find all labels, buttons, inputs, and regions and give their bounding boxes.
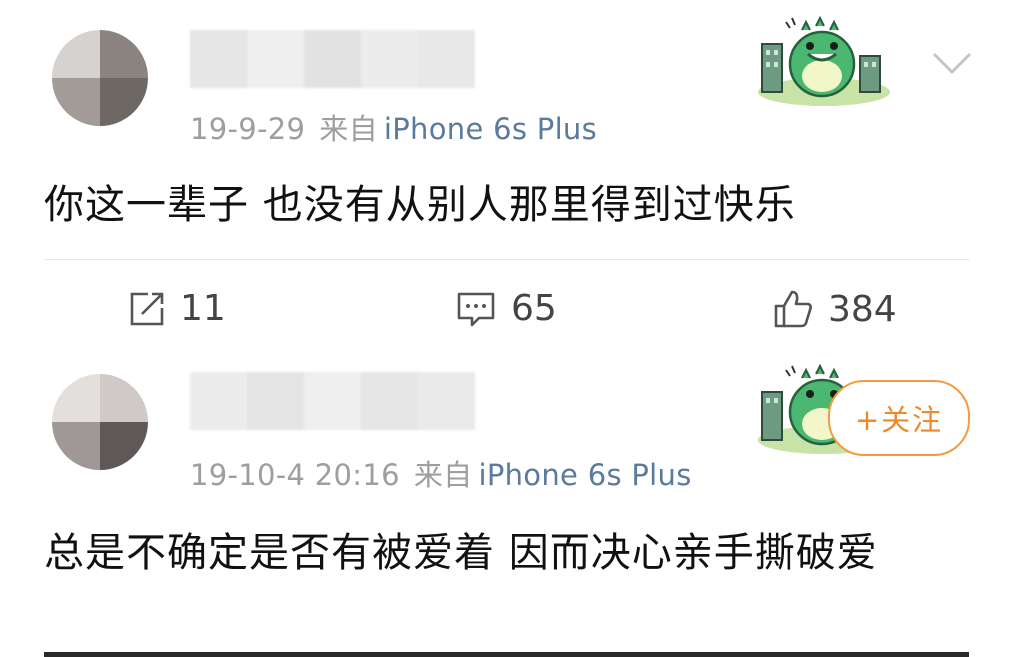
weibo-post: 19-9-29 来自 iPhone 6s Plus 你这一辈子 也没有从别人那里得到… xyxy=(0,0,1010,262)
source-prefix: 来自 xyxy=(319,112,378,146)
avatar[interactable] xyxy=(52,374,148,470)
repost-button[interactable]: 11 xyxy=(128,288,226,329)
weibo-post: 19-10-4 20:16 来自 iPhone 6s Plus +关注 总是不确定是… xyxy=(0,352,1010,657)
like-button[interactable]: 384 xyxy=(772,288,897,330)
image-divider xyxy=(44,652,969,657)
post-content: 你这一辈子 也没有从别人那里得到过快乐 xyxy=(44,182,796,228)
avatar[interactable] xyxy=(52,30,148,126)
divider xyxy=(44,259,970,260)
follow-button[interactable]: +关注 xyxy=(828,380,970,456)
post-meta: 19-10-4 20:16 来自 iPhone 6s Plus xyxy=(190,452,692,494)
comment-icon xyxy=(457,292,495,326)
thumbs-up-icon xyxy=(774,290,812,328)
comment-count: 65 xyxy=(511,288,557,329)
device-link[interactable]: iPhone 6s Plus xyxy=(478,458,691,492)
repost-count: 11 xyxy=(180,288,226,329)
post-date: 19-9-29 xyxy=(190,112,306,146)
post-meta: 19-9-29 来自 iPhone 6s Plus xyxy=(190,106,597,148)
post-content: 总是不确定是否有被爱着 因而决心亲手撕破爱 xyxy=(44,530,878,576)
post-date: 19-10-4 20:16 xyxy=(190,458,400,492)
post-action-bar: 11 65 384 xyxy=(0,262,1010,352)
dinosaur-badge-icon xyxy=(758,15,890,106)
share-icon xyxy=(130,292,164,325)
comment-button[interactable]: 65 xyxy=(455,288,557,329)
source-prefix: 来自 xyxy=(413,458,473,492)
username-blurred[interactable] xyxy=(190,30,475,88)
device-link[interactable]: iPhone 6s Plus xyxy=(384,112,597,146)
chevron-down-icon[interactable] xyxy=(930,48,974,78)
like-count: 384 xyxy=(828,288,897,330)
username-blurred[interactable] xyxy=(190,372,475,430)
